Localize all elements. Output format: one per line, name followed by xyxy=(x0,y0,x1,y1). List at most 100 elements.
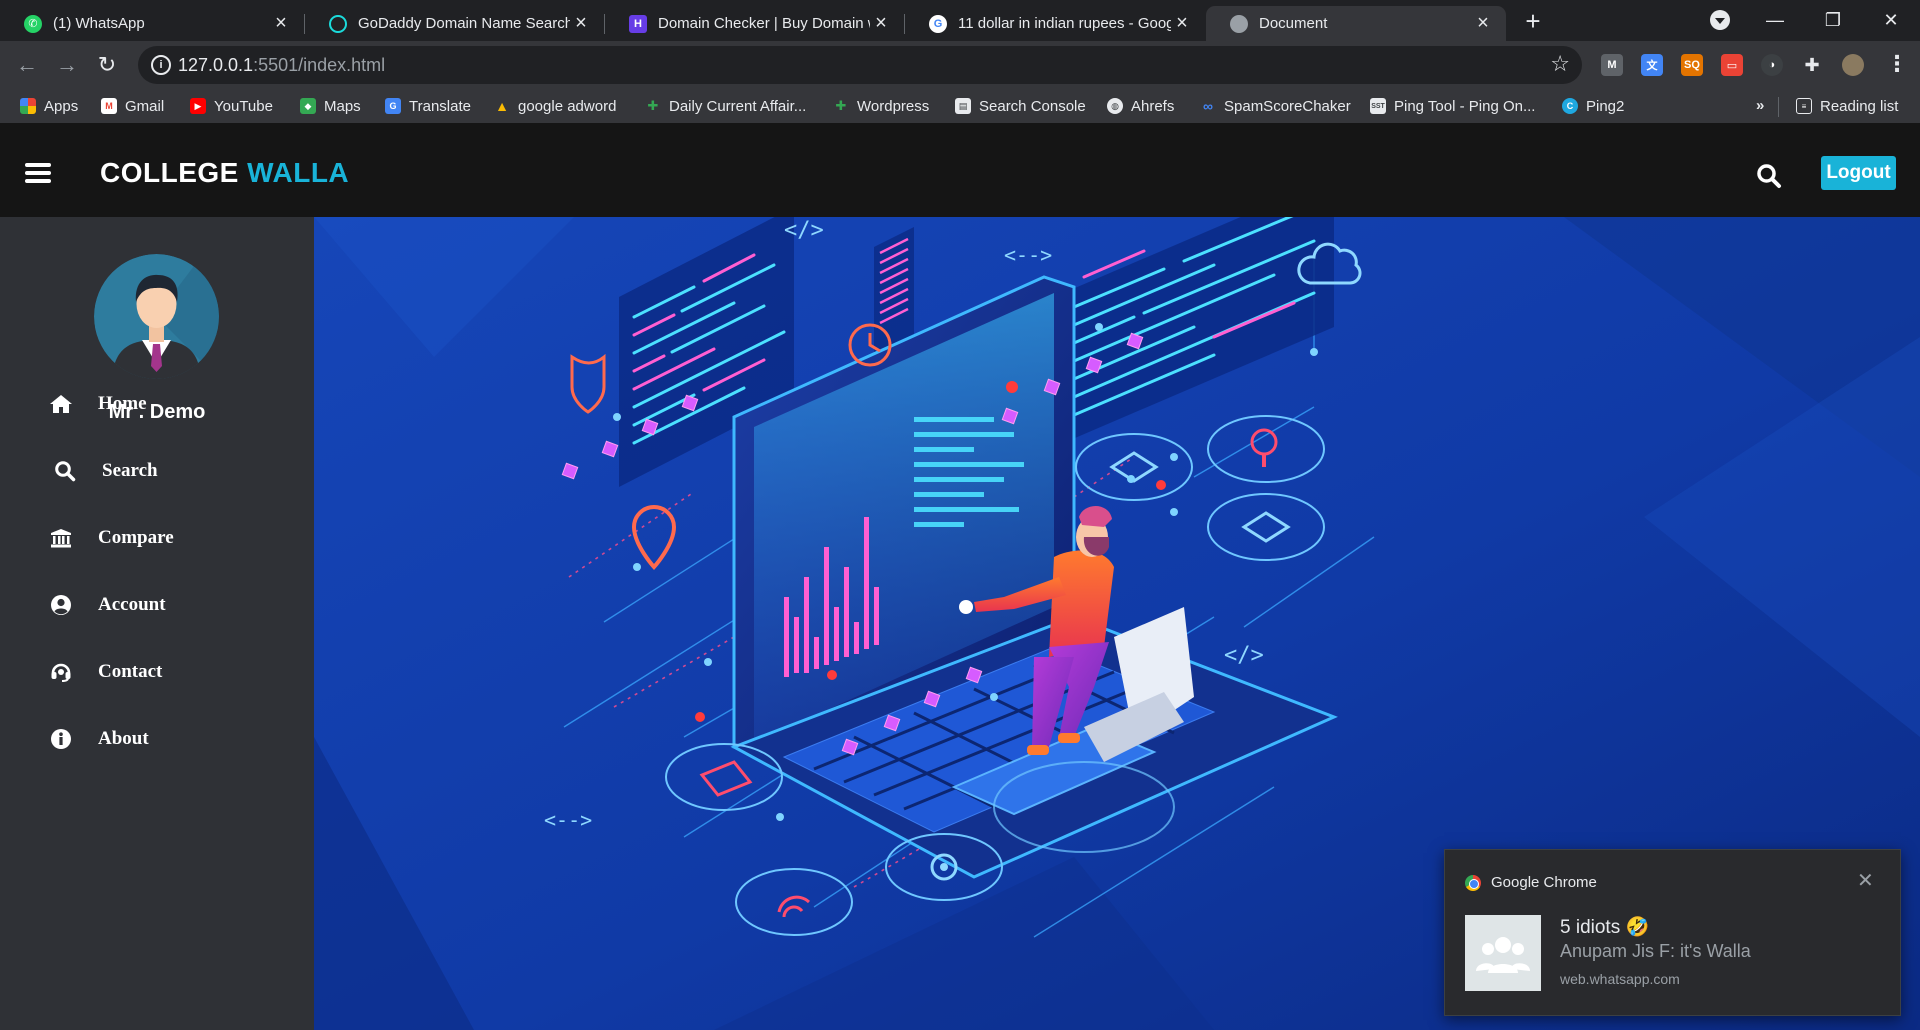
bookmark-daily-current-affairs[interactable]: ✚ Daily Current Affair... xyxy=(645,95,807,117)
ping-tool-icon: SST xyxy=(1370,98,1386,114)
hamburger-menu-icon[interactable] xyxy=(25,163,51,183)
bookmark-gmail[interactable]: M Gmail xyxy=(101,95,164,117)
tab-document[interactable]: Document × xyxy=(1206,6,1506,41)
sidebar-item-account[interactable]: Account xyxy=(48,590,166,620)
tab-title: Document xyxy=(1259,15,1328,32)
close-icon[interactable]: × xyxy=(870,12,892,35)
bookmark-search-console[interactable]: ▤ Search Console xyxy=(955,95,1086,117)
bookmark-maps[interactable]: ◆ Maps xyxy=(300,95,361,117)
minimize-button[interactable]: — xyxy=(1746,0,1804,41)
chrome-notification[interactable]: Google Chrome ✕ 5 idiots 🤣 Anupam Jis F:… xyxy=(1444,849,1901,1016)
sidebar-item-label: Home xyxy=(98,393,147,414)
notification-body: Anupam Jis F: it's Walla xyxy=(1560,941,1751,961)
home-icon xyxy=(48,391,74,417)
bookmark-apps[interactable]: Apps xyxy=(20,95,78,117)
sidebar-item-search[interactable]: Search xyxy=(52,456,158,486)
tab-title: (1) WhatsApp xyxy=(53,15,145,32)
notification-title: 5 idiots 🤣 xyxy=(1560,917,1650,938)
tab-whatsapp[interactable]: ✆ (1) WhatsApp × xyxy=(0,6,304,41)
sidebar-item-compare[interactable]: Compare xyxy=(48,523,174,553)
bookmark-translate[interactable]: G Translate xyxy=(385,95,471,117)
translate-extension-icon[interactable]: 文 xyxy=(1641,54,1663,76)
svg-text:</>: </> xyxy=(1224,643,1264,668)
reading-list-icon: ≡ xyxy=(1796,98,1812,114)
godaddy-icon xyxy=(329,14,347,33)
profile-avatar[interactable] xyxy=(1842,54,1864,76)
bookmark-spamscorechaker[interactable]: ∞ SpamScoreChaker xyxy=(1200,95,1351,117)
brand-logo[interactable]: COLLEGE WALLA xyxy=(100,157,349,189)
forward-icon[interactable]: → xyxy=(52,50,82,80)
bookmark-wordpress[interactable]: ✚ Wordpress xyxy=(833,95,930,117)
maps-icon: ◆ xyxy=(300,98,316,114)
bookmark-star-icon[interactable]: ☆ xyxy=(1550,51,1570,77)
browser-tab-strip: ✆ (1) WhatsApp × GoDaddy Domain Name Sea… xyxy=(0,0,1920,41)
close-icon[interactable]: × xyxy=(270,12,292,35)
url-text[interactable]: 127.0.0.1:5501/index.html xyxy=(178,55,385,76)
address-bar[interactable]: i 127.0.0.1:5501/index.html ☆ xyxy=(138,46,1582,84)
ping2-icon: C xyxy=(1562,98,1578,114)
bookmark-ping-tool[interactable]: SST Ping Tool - Ping On... xyxy=(1370,95,1535,117)
bookmark-youtube[interactable]: ▶ YouTube xyxy=(190,95,273,117)
tab-title: 11 dollar in indian rupees - Goog xyxy=(958,15,1171,32)
new-tab-button[interactable]: + xyxy=(1518,6,1548,36)
bookmark-ahrefs[interactable]: ◍ Ahrefs xyxy=(1107,95,1174,117)
sidebar-item-label: Contact xyxy=(98,661,163,682)
seoquake-extension-icon[interactable]: SQ xyxy=(1681,54,1703,76)
restore-button[interactable]: ❐ xyxy=(1804,0,1862,41)
browser-menu-icon[interactable]: ⋮ xyxy=(1886,51,1908,77)
sidebar-item-home[interactable]: Home xyxy=(48,389,147,419)
university-icon xyxy=(48,525,74,551)
reload-icon[interactable]: ↻ xyxy=(92,50,122,80)
sidebar-item-contact[interactable]: Contact xyxy=(48,657,162,687)
bookmark-site-icon: ✚ xyxy=(835,98,847,113)
avatar xyxy=(94,254,219,379)
google-icon: G xyxy=(929,14,947,33)
notification-header: Google Chrome xyxy=(1465,874,1597,891)
window-close-button[interactable]: ✕ xyxy=(1862,0,1920,41)
headset-icon xyxy=(48,659,74,685)
notification-source: web.whatsapp.com xyxy=(1560,971,1680,987)
svg-text:</>: </> xyxy=(784,218,824,243)
close-icon[interactable]: ✕ xyxy=(1857,868,1874,893)
extensions-puzzle-icon[interactable]: ✚ xyxy=(1801,54,1823,76)
apps-grid-icon xyxy=(20,98,36,114)
svg-text:<-->: <--> xyxy=(544,808,592,832)
group-avatar xyxy=(1465,915,1541,991)
search-console-icon: ▤ xyxy=(955,98,971,114)
gmail-icon: M xyxy=(101,98,117,114)
search-icon xyxy=(52,458,78,484)
hostinger-icon: H xyxy=(629,14,647,33)
logout-button[interactable]: Logout xyxy=(1821,156,1896,190)
back-icon[interactable]: ← xyxy=(12,50,42,80)
tab-godaddy[interactable]: GoDaddy Domain Name Search × xyxy=(305,6,604,41)
site-header: COLLEGE WALLA Logout xyxy=(0,123,1920,217)
tab-google-search[interactable]: G 11 dollar in indian rupees - Goog × xyxy=(905,6,1205,41)
close-icon[interactable]: × xyxy=(1472,12,1494,35)
sidebar-item-label: Search xyxy=(102,460,158,481)
close-icon[interactable]: × xyxy=(1171,12,1193,35)
search-icon[interactable] xyxy=(1756,163,1782,189)
close-icon[interactable]: × xyxy=(570,12,592,35)
sidebar-item-label: Compare xyxy=(98,527,174,548)
google-ads-icon: ▲ xyxy=(495,98,509,114)
whatsapp-icon: ✆ xyxy=(24,14,42,33)
site-info-icon[interactable]: i xyxy=(151,55,171,75)
reading-list-button[interactable]: ≡ Reading list xyxy=(1796,95,1898,117)
group-icon xyxy=(1476,937,1530,973)
sidebar-item-label: Account xyxy=(98,594,166,615)
sidebar: Mr . Demo Home Search Compare Account Co… xyxy=(0,217,314,1030)
translate-icon: G xyxy=(385,98,401,114)
tab-domain-checker[interactable]: H Domain Checker | Buy Domain wi × xyxy=(605,6,904,41)
tab-search-icon[interactable] xyxy=(1710,10,1730,30)
extension-circle-icon[interactable]: ◑ xyxy=(1761,54,1783,76)
globe-icon: ◍ xyxy=(1107,98,1123,114)
link-icon: ∞ xyxy=(1203,98,1213,114)
bookmark-site-icon: ✚ xyxy=(647,98,659,113)
user-circle-icon xyxy=(48,592,74,618)
bookmark-ping2[interactable]: C Ping2 xyxy=(1562,95,1624,117)
cast-extension-icon[interactable]: ▭ xyxy=(1721,54,1743,76)
extension-m-icon[interactable]: M xyxy=(1601,54,1623,76)
bookmark-google-adword[interactable]: ▲ google adword xyxy=(494,95,616,117)
sidebar-item-about[interactable]: About xyxy=(48,724,149,754)
more-bookmarks-button[interactable]: » xyxy=(1756,97,1764,114)
